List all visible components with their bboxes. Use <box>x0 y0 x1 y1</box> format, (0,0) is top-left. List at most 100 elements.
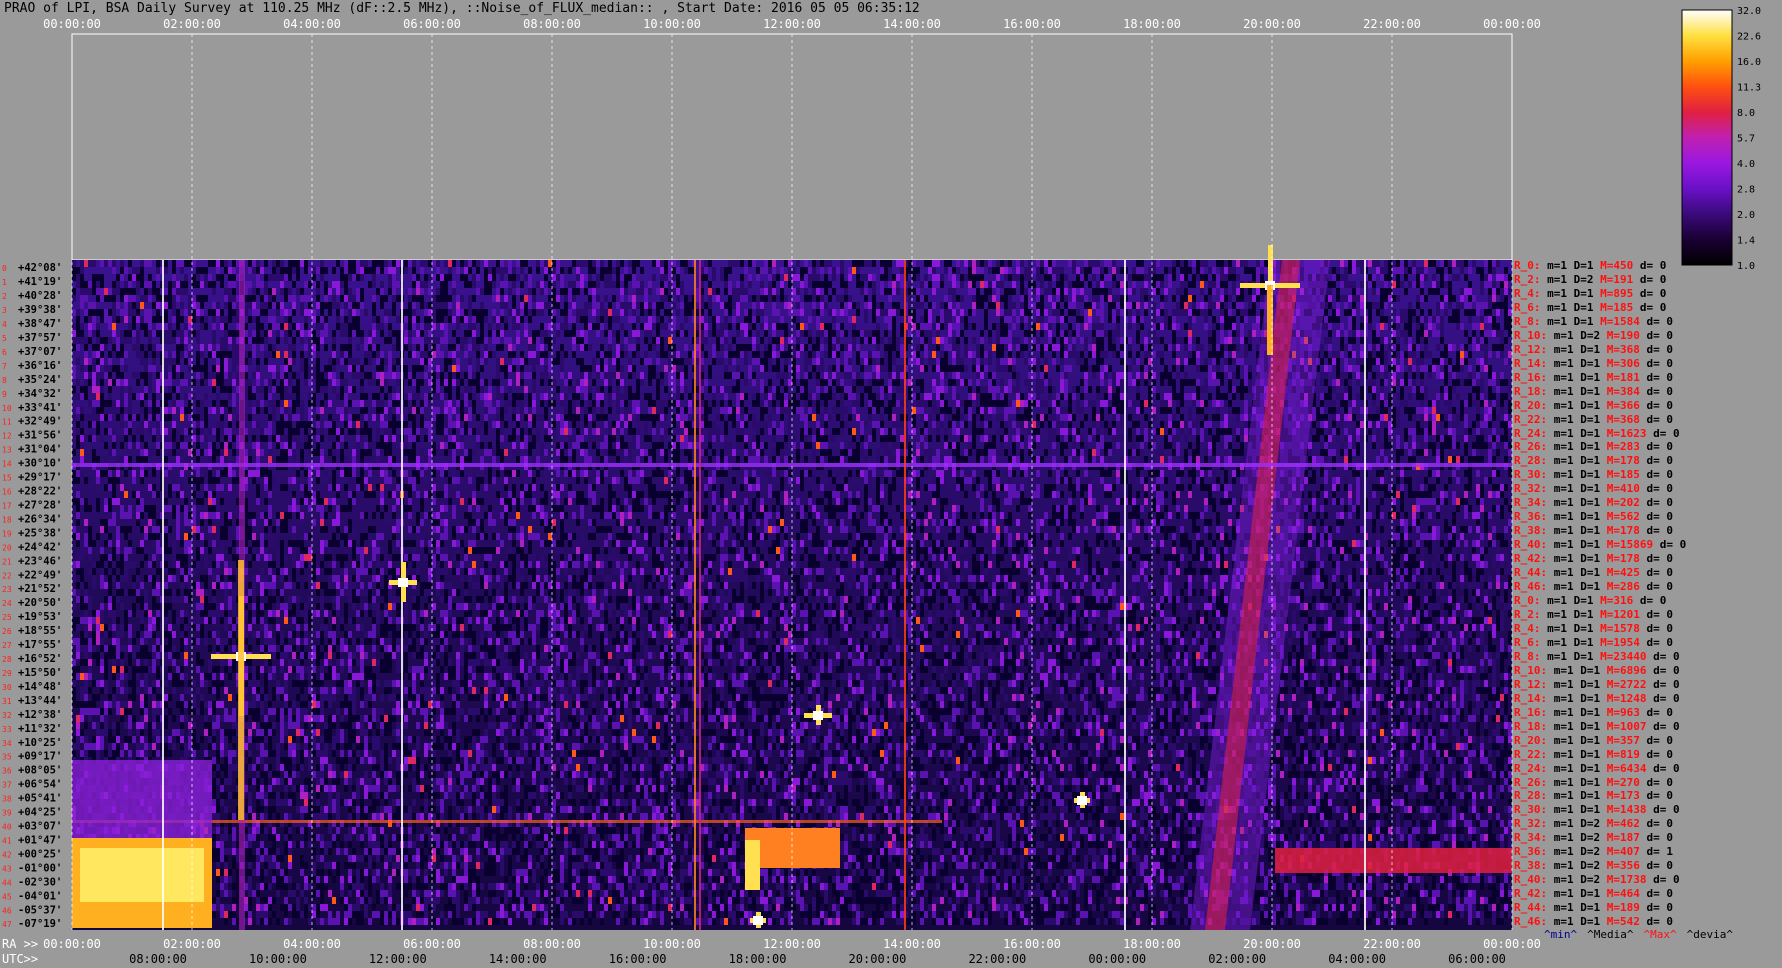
heatmap-cell <box>1432 288 1436 295</box>
heatmap-cell <box>848 274 852 281</box>
heatmap-cell <box>1384 316 1388 323</box>
heatmap-cell <box>780 281 784 288</box>
heatmap-cell <box>1220 316 1224 323</box>
heatmap-cell <box>832 274 836 281</box>
heatmap-cell <box>328 309 332 316</box>
heatmap-cell <box>684 295 688 302</box>
heatmap-cell <box>1156 260 1160 267</box>
heatmap-cell <box>156 302 160 309</box>
heatmap-cell <box>120 274 124 281</box>
heatmap-cell <box>1132 288 1136 295</box>
heatmap-cell <box>1000 267 1004 274</box>
heatmap-cell <box>632 260 636 267</box>
heatmap-cell <box>1452 295 1456 302</box>
heatmap-cell <box>656 288 660 295</box>
heatmap-cell <box>320 267 324 274</box>
heatmap-cell <box>1260 260 1264 267</box>
heatmap-cell <box>1336 267 1340 274</box>
heatmap-cell <box>136 281 140 288</box>
heatmap-cell <box>392 267 396 274</box>
heatmap-cell <box>316 295 320 302</box>
heatmap-cell <box>936 316 940 323</box>
heatmap-cell <box>824 302 828 309</box>
heatmap-cell <box>1400 260 1404 267</box>
heatmap-cell <box>668 267 672 274</box>
heatmap-cell <box>1496 274 1500 281</box>
heatmap-cell <box>1004 309 1008 316</box>
heatmap-cell <box>180 316 184 323</box>
heatmap-cell <box>464 309 468 316</box>
heatmap-cell <box>596 316 600 323</box>
heatmap-cell <box>1504 281 1508 288</box>
heatmap-cell <box>1332 316 1336 323</box>
heatmap-cell <box>796 295 800 302</box>
heatmap-cell <box>1460 288 1464 295</box>
heatmap-cell <box>404 260 408 267</box>
heatmap-cell <box>1388 260 1392 267</box>
heatmap-cell <box>356 274 360 281</box>
heatmap-cell <box>832 316 836 323</box>
heatmap-cell <box>1132 316 1136 323</box>
heatmap-cell <box>1028 267 1032 274</box>
heatmap-cell <box>648 288 652 295</box>
heatmap-cell <box>212 316 216 323</box>
heatmap-cell <box>1244 309 1248 316</box>
heatmap-cell <box>800 274 804 281</box>
heatmap-cell <box>648 302 652 309</box>
heatmap-cell <box>1356 288 1360 295</box>
heatmap-cell <box>1460 260 1464 267</box>
heatmap-cell <box>724 316 728 323</box>
heatmap-cell <box>120 309 124 316</box>
heatmap-cell <box>508 309 512 316</box>
heatmap-cell <box>464 316 468 323</box>
heatmap-cell <box>1412 260 1416 267</box>
heatmap-cell <box>1008 309 1012 316</box>
heatmap-cell <box>1148 267 1152 274</box>
heatmap-cell <box>1452 309 1456 316</box>
heatmap-cell <box>1028 260 1032 267</box>
heatmap-cell <box>1056 281 1060 288</box>
heatmap-cell <box>444 274 448 281</box>
heatmap-cell <box>1108 274 1112 281</box>
heatmap-cell <box>1072 260 1076 267</box>
heatmap-cell <box>120 288 124 295</box>
heatmap-cell <box>1104 267 1108 274</box>
heatmap-cell <box>716 295 720 302</box>
heatmap-cell <box>836 267 840 274</box>
heatmap-cell <box>1120 288 1124 295</box>
heatmap-cell <box>924 295 928 302</box>
heatmap-cell <box>1076 309 1080 316</box>
heatmap-cell <box>1408 281 1412 288</box>
heatmap-cell <box>1248 309 1252 316</box>
heatmap-cell <box>424 302 428 309</box>
heatmap-cell <box>976 267 980 274</box>
heatmap-cell <box>1468 309 1472 316</box>
heatmap-cell <box>680 260 684 267</box>
heatmap-cell <box>180 260 184 267</box>
heatmap-cell <box>820 302 824 309</box>
heatmap-cell <box>152 281 156 288</box>
heatmap-cell <box>304 267 308 274</box>
heatmap-cell <box>1028 295 1032 302</box>
heatmap-cell <box>472 295 476 302</box>
heatmap-cell <box>540 288 544 295</box>
heatmap-cell <box>940 281 944 288</box>
heatmap-cell <box>92 302 96 309</box>
heatmap-cell <box>180 302 184 309</box>
heatmap-cell <box>932 260 936 267</box>
heatmap-cell <box>460 309 464 316</box>
heatmap-cell <box>988 302 992 309</box>
heatmap-cell <box>568 281 572 288</box>
heatmap-cell <box>1492 281 1496 288</box>
heatmap-cell <box>920 316 924 323</box>
heatmap-cell <box>1044 309 1048 316</box>
heatmap-cell <box>948 316 952 323</box>
heatmap-cell <box>1336 309 1340 316</box>
heatmap-cell <box>112 288 116 295</box>
heatmap-cell <box>844 309 848 316</box>
heatmap-cell <box>652 274 656 281</box>
heatmap-cell <box>980 260 984 267</box>
heatmap-cell <box>1492 288 1496 295</box>
heatmap-cell <box>844 302 848 309</box>
heatmap-cell <box>152 302 156 309</box>
